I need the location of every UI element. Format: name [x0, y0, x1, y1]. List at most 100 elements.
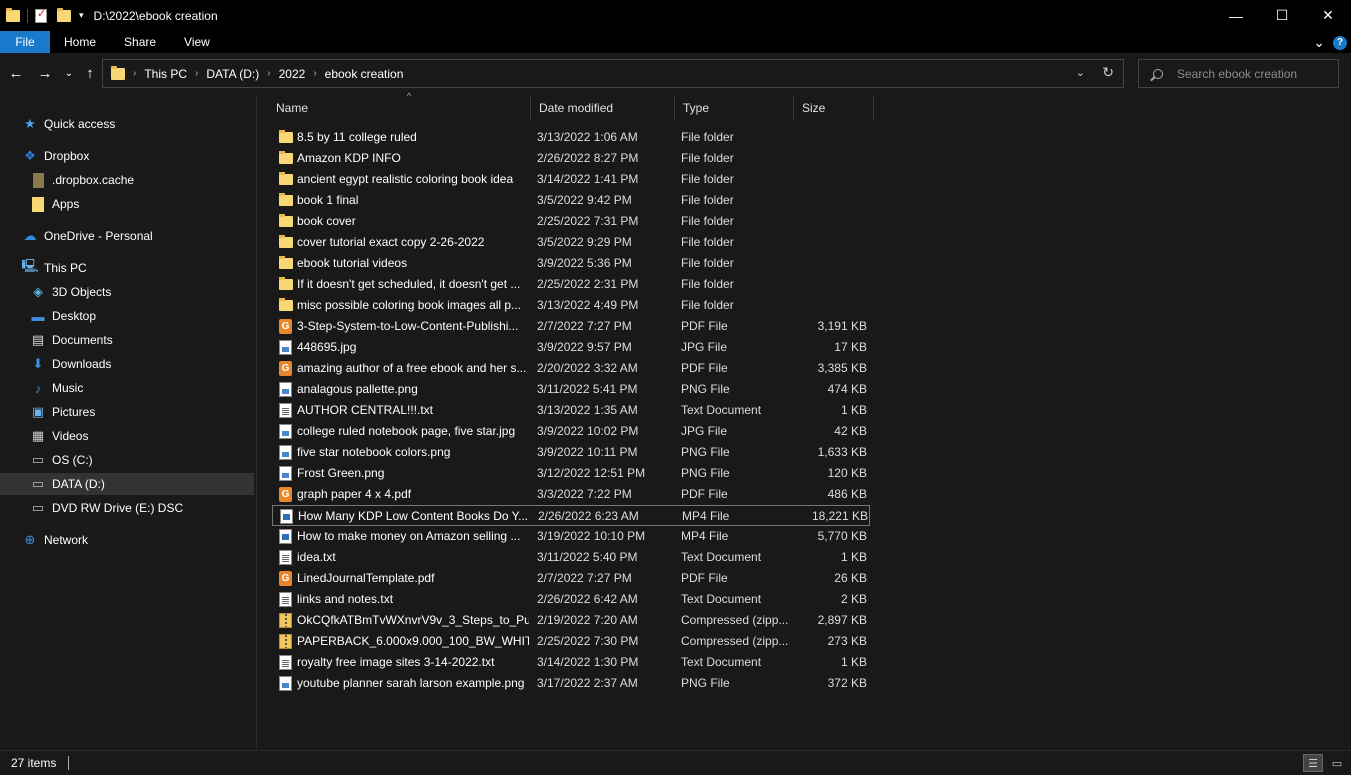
breadcrumb-separator[interactable]: › [133, 68, 136, 79]
large-icons-view-icon[interactable]: ▭ [1327, 754, 1347, 772]
table-row[interactable]: G LinedJournalTemplate.pdf 2/7/2022 7:27 P… [272, 568, 870, 589]
sidebar-item-desktop[interactable]: ▬ Desktop [0, 305, 254, 327]
file-size: 3,385 KB [817, 361, 867, 375]
new-folder-icon[interactable] [57, 7, 71, 22]
close-button[interactable]: ✕ [1305, 0, 1351, 31]
address-dropdown-icon[interactable]: ⌄ [1076, 66, 1085, 79]
table-row[interactable]: Gamazing author of a free ebook and her … [272, 358, 870, 379]
back-arrow-icon[interactable]: ← [6, 65, 26, 82]
table-row[interactable]: book cover 2/25/2022 7:31 PM File folder [272, 211, 870, 232]
sidebar-item-pictures[interactable]: ▣ Pictures [0, 401, 254, 423]
table-row[interactable]: How to make money on Amazon selling ... 3… [272, 526, 870, 547]
sidebar-item-downloads[interactable]: ⬇ Downloads [0, 353, 254, 375]
breadcrumb-separator[interactable]: › [313, 68, 316, 79]
file-type: Text Document [681, 550, 762, 564]
table-row[interactable]: G 3-Step-System-to-Low-Content-Publishi..… [272, 316, 870, 337]
table-row[interactable]: OkCQfkATBmTvWXnvrV9v_3_Steps_to_Pu... 2/1… [272, 610, 870, 631]
sidebar-item-dropbox-cache[interactable]: .dropbox.cache [0, 169, 254, 191]
table-row[interactable]: cover tutorial exact copy 2-26-2022 3/5/2… [272, 232, 870, 253]
sidebar-item-videos[interactable]: ▦ Videos [0, 425, 254, 447]
breadcrumb-ebook-creation[interactable]: ebook creation [325, 67, 404, 81]
table-row[interactable]: How Many KDP Low Content Books Do Y... 2/… [272, 505, 870, 526]
file-type: JPG File [681, 340, 728, 354]
file-name: Amazon KDP INFO [297, 151, 401, 165]
file-type: Text Document [681, 655, 762, 669]
table-row[interactable]: college ruled notebook page, five star.j… [272, 421, 870, 442]
properties-icon[interactable] [35, 7, 47, 23]
recent-locations-icon[interactable]: ⌄ [59, 68, 79, 79]
column-header-name[interactable]: ^ Name [268, 91, 531, 121]
table-row[interactable]: 448695.jpg 3/9/2022 9:57 PM JPG File 17 KB [272, 337, 870, 358]
title-bar: ▾ D:\2022\ebook creation — ☐ ✕ [0, 0, 1351, 31]
table-row[interactable]: Ggraph paper 4 x 4.pdf 3/3/2022 7:22 PM PD… [272, 484, 870, 505]
breadcrumb-separator[interactable]: › [195, 68, 198, 79]
table-row[interactable]: book 1 final 3/5/2022 9:42 PM File folder [272, 190, 870, 211]
table-row[interactable]: idea.txt 3/11/2022 5:40 PM Text Document 1 … [272, 547, 870, 568]
sidebar-item-data-d[interactable]: ▭ DATA (D:) [0, 473, 254, 495]
breadcrumb-this-pc[interactable]: This PC [144, 67, 187, 81]
tab-share[interactable]: Share [110, 31, 170, 53]
sidebar-item-quick-access[interactable]: ★ Quick access [0, 113, 254, 135]
tab-view[interactable]: View [170, 31, 224, 53]
minimize-button[interactable]: — [1213, 0, 1259, 31]
expand-ribbon-icon[interactable]: ⌄ [1313, 34, 1325, 51]
help-icon[interactable]: ? [1333, 35, 1347, 50]
search-box[interactable]: Search ebook creation [1138, 59, 1339, 88]
quick-access-toolbar: ▾ [6, 7, 84, 23]
table-row[interactable]: royalty free image sites 3-14-2022.txt 3/… [272, 652, 870, 673]
customize-toolbar-icon[interactable]: ▾ [79, 10, 84, 21]
table-row[interactable]: five star notebook colors.png 3/9/2022 10… [272, 442, 870, 463]
breadcrumb-separator[interactable]: › [267, 68, 270, 79]
sidebar-item-dropbox[interactable]: ❖ Dropbox [0, 145, 254, 167]
sidebar-item-this-pc[interactable]: 🖳 This PC [0, 257, 254, 279]
file-size: 2,897 KB [817, 613, 867, 627]
tab-file[interactable]: File [0, 31, 50, 53]
file-name: youtube planner sarah larson example.png [297, 676, 525, 690]
address-bar[interactable]: › This PC › DATA (D:) › 2022 › ebook cre… [102, 59, 1124, 88]
sidebar-item-apps[interactable]: Apps [0, 193, 254, 215]
maximize-button[interactable]: ☐ [1259, 0, 1305, 31]
sidebar-item-3d-objects[interactable]: ◈ 3D Objects [0, 281, 254, 303]
sidebar-item-os-c[interactable]: ▭ OS (C:) [0, 449, 254, 471]
table-row[interactable]: ancient egypt realistic coloring book id… [272, 169, 870, 190]
table-row[interactable]: PAPERBACK_6.000x9.000_100_BW_WHITE... 2/2… [272, 631, 870, 652]
up-arrow-icon[interactable]: ↑ [80, 65, 100, 82]
refresh-icon[interactable]: ↻ [1102, 64, 1114, 81]
pdf-file-icon: G [279, 361, 292, 376]
breadcrumb-2022[interactable]: 2022 [279, 67, 306, 81]
file-date-modified: 3/9/2022 5:36 PM [537, 256, 632, 270]
sidebar-item-documents[interactable]: ▤ Documents [0, 329, 254, 351]
column-header-date-modified[interactable]: Date modified [531, 95, 675, 121]
table-row[interactable]: If it doesn't get scheduled, it doesn't … [272, 274, 870, 295]
column-header-label: Name [276, 101, 309, 115]
forward-arrow-icon[interactable]: → [35, 65, 55, 82]
sidebar-item-network[interactable]: ⊕ Network [0, 529, 254, 551]
breadcrumb-data-drive[interactable]: DATA (D:) [206, 67, 259, 81]
details-view-icon[interactable]: ☰ [1303, 754, 1323, 772]
table-row[interactable]: Frost Green.png 3/12/2022 12:51 PM PNG Fil… [272, 463, 870, 484]
table-row[interactable]: AUTHOR CENTRAL!!!.txt 3/13/2022 1:35 AM Te… [272, 400, 870, 421]
sidebar-item-dvd-drive[interactable]: ▭ DVD RW Drive (E:) DSC [0, 497, 254, 519]
sidebar-item-label: Videos [52, 429, 89, 443]
dvd-drive-icon: ▭ [31, 500, 45, 515]
tab-home[interactable]: Home [50, 31, 110, 53]
table-row[interactable]: links and notes.txt 2/26/2022 6:42 AM Text… [272, 589, 870, 610]
sidebar-item-music[interactable]: ♪ Music [0, 377, 254, 399]
table-row[interactable]: ebook tutorial videos 3/9/2022 5:36 PM Fil… [272, 253, 870, 274]
table-row[interactable]: Amazon KDP INFO 2/26/2022 8:27 PM File fol… [272, 148, 870, 169]
file-size: 474 KB [827, 382, 867, 396]
sidebar-item-onedrive[interactable]: ☁ OneDrive - Personal [0, 225, 254, 247]
file-type: PNG File [681, 445, 730, 459]
table-row[interactable]: analagous pallette.png 3/11/2022 5:41 PM P… [272, 379, 870, 400]
table-row[interactable]: misc possible coloring book images all p… [272, 295, 870, 316]
column-header-type[interactable]: Type [675, 95, 794, 121]
table-row[interactable]: youtube planner sarah larson example.png… [272, 673, 870, 694]
dropbox-icon: ❖ [24, 148, 36, 163]
search-input[interactable]: Search ebook creation [1177, 67, 1297, 81]
sidebar-item-label: Desktop [52, 309, 97, 323]
column-header-label: Date modified [539, 101, 614, 115]
file-date-modified: 2/25/2022 2:31 PM [537, 277, 639, 291]
table-row[interactable]: 8.5 by 11 college ruled 3/13/2022 1:06 AM… [272, 127, 870, 148]
folder-icon[interactable] [6, 7, 20, 22]
column-header-size[interactable]: Size [794, 95, 874, 121]
